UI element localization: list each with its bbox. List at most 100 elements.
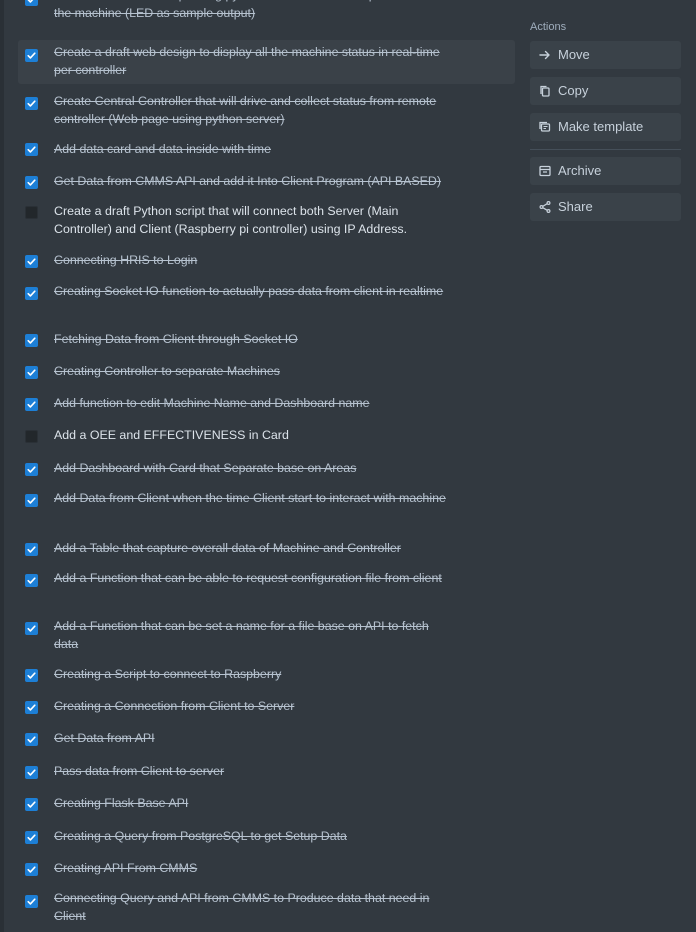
checkbox-checked[interactable]: [25, 0, 38, 6]
checkbox-unchecked[interactable]: [25, 206, 38, 219]
checklist-item-text[interactable]: Add Data from Client when the time Clien…: [54, 489, 454, 507]
checkmark-icon: [27, 704, 36, 711]
checklist-item[interactable]: Create a draft Python script that will c…: [18, 199, 515, 241]
checkbox-checked[interactable]: [25, 366, 38, 379]
checklist-item-text[interactable]: Fetching Data from Client through Socket…: [54, 330, 454, 348]
checklist-item[interactable]: Add a Function that can be set a name fo…: [18, 616, 515, 658]
checklist-item-text[interactable]: Creating Socket IO function to actually …: [54, 282, 454, 300]
checkmark-icon: [27, 866, 36, 873]
checkbox-unchecked[interactable]: [25, 430, 38, 443]
checkbox-checked[interactable]: [25, 143, 38, 156]
checklist-item[interactable]: Add a OEE and EFFECTIVENESS in Card: [18, 426, 515, 448]
checkbox-checked[interactable]: [25, 287, 38, 300]
checklist-item-text[interactable]: Get Data from API: [54, 729, 454, 747]
archive-label: Archive: [558, 163, 602, 178]
checklist-item[interactable]: Creating API From CMMS: [18, 857, 515, 879]
checklist-item[interactable]: Get Data from API: [18, 728, 515, 750]
checklist-item-text[interactable]: Creating a Query from PostgreSQL to get …: [54, 827, 454, 845]
checkbox-checked[interactable]: [25, 494, 38, 507]
checkbox-checked[interactable]: [25, 798, 38, 811]
checklist-item-text[interactable]: Add a Function that can be able to reque…: [54, 569, 454, 587]
checkmark-icon: [27, 179, 36, 186]
checklist-item-text[interactable]: Creating a Connection from Client to Ser…: [54, 697, 454, 715]
checklist-item[interactable]: Add data card and data inside with time: [18, 137, 515, 161]
checkmark-icon: [27, 834, 36, 841]
checkbox-checked[interactable]: [25, 669, 38, 682]
checklist-item[interactable]: Add function to edit Machine Name and Da…: [18, 394, 515, 416]
checklist-item-text[interactable]: Create a controller script using python …: [54, 0, 454, 22]
checkbox-checked[interactable]: [25, 398, 38, 411]
checkmark-icon: [27, 546, 36, 553]
checkbox-checked[interactable]: [25, 176, 38, 189]
checklist-item-text[interactable]: Connecting Query and API from CMMS to Pr…: [54, 889, 454, 925]
copy-icon: [538, 84, 552, 98]
checklist-item[interactable]: Add a Table that capture overall data of…: [18, 538, 515, 560]
checkbox-checked[interactable]: [25, 701, 38, 714]
share-icon: [538, 200, 552, 214]
checklist-item[interactable]: Create a draft web design to display all…: [18, 40, 515, 84]
checkbox-checked[interactable]: [25, 622, 38, 635]
checklist-item[interactable]: Pass data from Client to server: [18, 760, 515, 782]
checklist-item-text[interactable]: Add function to edit Machine Name and Da…: [54, 394, 454, 412]
checkbox-checked[interactable]: [25, 574, 38, 587]
copy-label: Copy: [558, 83, 589, 98]
checkmark-icon: [27, 146, 36, 153]
actions-heading: Actions: [530, 21, 567, 33]
checklist-item[interactable]: Add a Function that can be able to reque…: [18, 568, 515, 610]
checklist-item-text[interactable]: Add Dashboard with Card that Separate ba…: [54, 459, 454, 477]
archive-button[interactable]: Archive: [530, 157, 681, 185]
checkbox-checked[interactable]: [25, 766, 38, 779]
checklist-item[interactable]: Connecting HRIS to Login: [18, 250, 515, 274]
checklist-item[interactable]: Creating Socket IO function to actually …: [18, 280, 515, 322]
make-template-button[interactable]: Make template: [530, 113, 681, 141]
checklist-item[interactable]: Add Data from Client when the time Clien…: [18, 488, 515, 530]
checkbox-checked[interactable]: [25, 895, 38, 908]
checklist-item-text[interactable]: Add a Function that can be set a name fo…: [54, 617, 454, 653]
checklist-item-text[interactable]: Add a Table that capture overall data of…: [54, 539, 454, 557]
checklist-item-text[interactable]: Create a draft web design to display all…: [54, 43, 454, 79]
checklist-item[interactable]: Create Central Controller that will driv…: [18, 89, 515, 131]
checkmark-icon: [27, 258, 36, 265]
copy-button[interactable]: Copy: [530, 77, 681, 105]
checkmark-icon: [27, 577, 36, 584]
checklist-item[interactable]: Get Data from CMMS API and add it Into C…: [18, 169, 515, 193]
checkbox-checked[interactable]: [25, 334, 38, 347]
checklist-item-text[interactable]: Creating Controller to separate Machines: [54, 362, 454, 380]
checklist-item[interactable]: Creating Controller to separate Machines: [18, 362, 515, 384]
checklist-item-text[interactable]: Create Central Controller that will driv…: [54, 92, 454, 128]
archive-icon: [538, 164, 552, 178]
checkmark-icon: [27, 401, 36, 408]
checklist-item[interactable]: Creating Flask Base API: [18, 793, 515, 815]
checklist-item-text[interactable]: Get Data from CMMS API and add it Into C…: [54, 172, 454, 190]
checklist-item-text[interactable]: Creating API From CMMS: [54, 859, 454, 877]
checklist-item-text[interactable]: Create a draft Python script that will c…: [54, 202, 454, 238]
checkbox-checked[interactable]: [25, 255, 38, 268]
checkbox-checked[interactable]: [25, 49, 38, 62]
checklist-item-text[interactable]: Creating a Script to connect to Raspberr…: [54, 665, 454, 683]
checklist-item-text[interactable]: Add a OEE and EFFECTIVENESS in Card: [54, 426, 454, 444]
checkbox-checked[interactable]: [25, 97, 38, 110]
template-icon: [538, 120, 552, 134]
checklist-item-text[interactable]: Pass data from Client to server: [54, 762, 454, 780]
checklist-item-text[interactable]: Add data card and data inside with time: [54, 140, 454, 158]
checklist-item-text[interactable]: Connecting HRIS to Login: [54, 251, 454, 269]
checkmark-icon: [27, 337, 36, 344]
checklist-item[interactable]: Fetching Data from Client through Socket…: [18, 330, 515, 352]
checkbox-checked[interactable]: [25, 863, 38, 876]
checkmark-icon: [27, 100, 36, 107]
checkbox-checked[interactable]: [25, 543, 38, 556]
checkmark-icon: [27, 290, 36, 297]
checklist-item[interactable]: Add Dashboard with Card that Separate ba…: [18, 458, 515, 480]
checklist-item[interactable]: Creating a Script to connect to Raspberr…: [18, 664, 515, 686]
checklist-item[interactable]: Creating a Query from PostgreSQL to get …: [18, 825, 515, 847]
checklist-item[interactable]: Creating a Connection from Client to Ser…: [18, 696, 515, 718]
checklist-item[interactable]: Create a controller script using python …: [18, 0, 515, 34]
checkmark-icon: [27, 736, 36, 743]
checkbox-checked[interactable]: [25, 733, 38, 746]
share-button[interactable]: Share: [530, 193, 681, 221]
checklist-item-text[interactable]: Creating Flask Base API: [54, 794, 454, 812]
checkbox-checked[interactable]: [25, 831, 38, 844]
checkbox-checked[interactable]: [25, 463, 38, 476]
move-button[interactable]: Move: [530, 41, 681, 69]
checklist-item[interactable]: Connecting Query and API from CMMS to Pr…: [18, 888, 515, 930]
